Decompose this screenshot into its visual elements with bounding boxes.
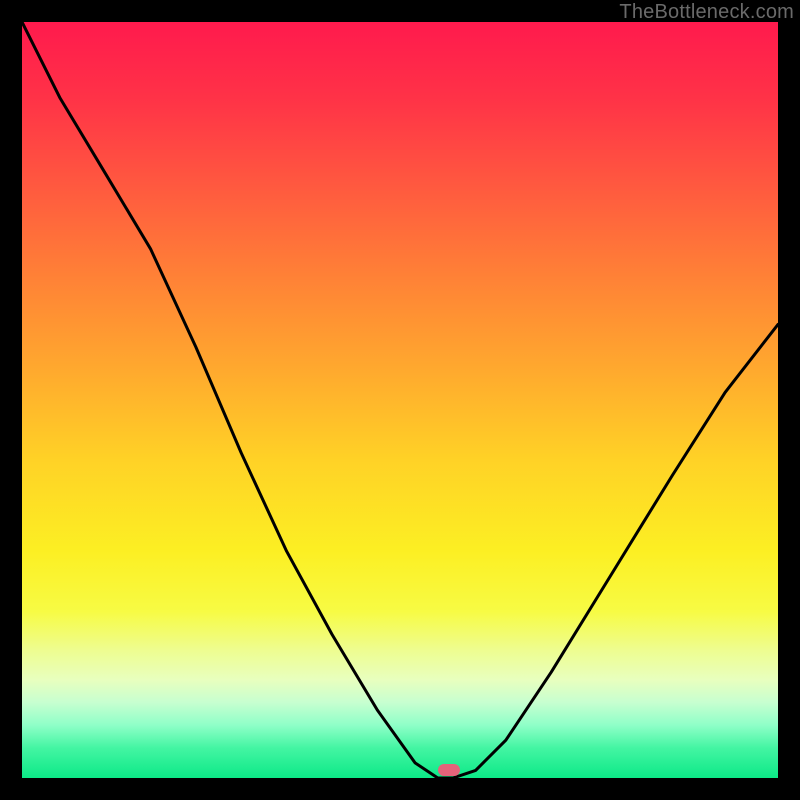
attribution-text: TheBottleneck.com [619, 1, 794, 24]
bottleneck-curve [22, 22, 778, 778]
plot-area [22, 22, 778, 778]
optimal-marker [438, 764, 460, 776]
chart-frame: TheBottleneck.com [0, 0, 800, 800]
